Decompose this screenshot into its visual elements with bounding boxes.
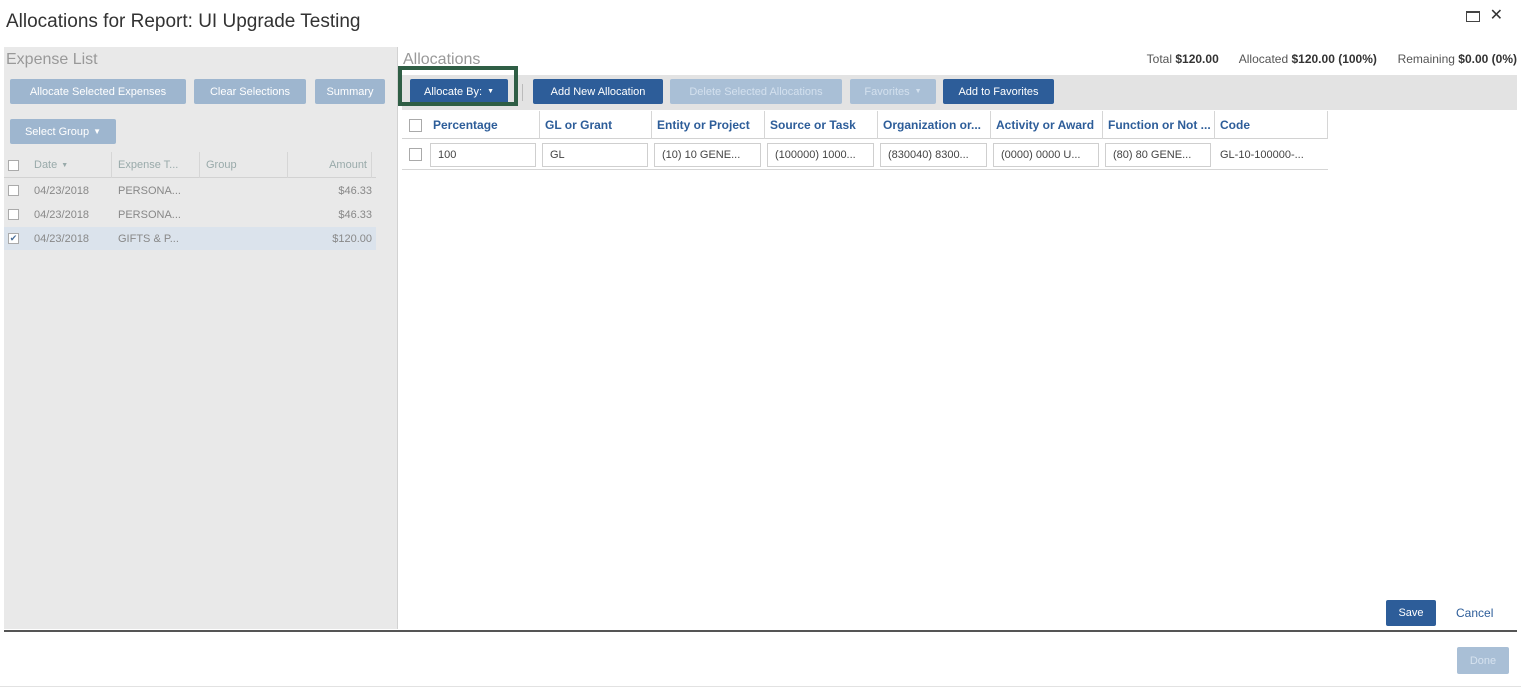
allocations-toolbar: Allocate By: ▼ Add New Allocation Delete… bbox=[398, 66, 1517, 110]
add-to-favorites-button[interactable]: Add to Favorites bbox=[943, 79, 1054, 104]
select-group-label: Select Group bbox=[24, 125, 90, 138]
delete-selected-allocations-button[interactable]: Delete Selected Allocations bbox=[670, 79, 842, 104]
select-group-dropdown[interactable]: Select Group ▼ bbox=[10, 119, 116, 144]
expense-row[interactable]: ✔ 04/23/2018 GIFTS & P... $120.00 bbox=[4, 227, 376, 250]
function-input[interactable]: (80) 80 GENE... bbox=[1105, 143, 1211, 167]
close-icon[interactable]: ✕ bbox=[1490, 8, 1503, 24]
allocated-value: $120.00 (100%) bbox=[1291, 52, 1377, 66]
organization-input[interactable]: (830040) 8300... bbox=[880, 143, 987, 167]
done-button[interactable]: Done bbox=[1457, 647, 1509, 674]
expense-date: 04/23/2018 bbox=[34, 232, 90, 245]
column-organization[interactable]: Organization or... bbox=[878, 111, 991, 139]
allocate-selected-expenses-button[interactable]: Allocate Selected Expenses bbox=[10, 79, 186, 104]
summary-button[interactable]: Summary bbox=[315, 79, 385, 104]
expense-type: GIFTS & P... bbox=[118, 232, 179, 245]
maximize-icon[interactable] bbox=[1465, 10, 1480, 22]
activity-or-award-input[interactable]: (0000) 0000 U... bbox=[993, 143, 1099, 167]
select-all-expenses-checkbox[interactable] bbox=[8, 159, 19, 171]
bottom-edge bbox=[0, 686, 1521, 687]
allocations-grid-header: Percentage GL or Grant Entity or Project… bbox=[402, 111, 1328, 139]
clear-selections-button[interactable]: Clear Selections bbox=[194, 79, 306, 104]
highlight-box bbox=[398, 66, 518, 106]
allocation-row-checkbox[interactable] bbox=[409, 148, 422, 161]
entity-or-project-input[interactable]: (10) 10 GENE... bbox=[654, 143, 761, 167]
dialog-title: Allocations for Report: UI Upgrade Testi… bbox=[6, 11, 361, 32]
footer-divider bbox=[4, 630, 1517, 632]
expense-row[interactable]: 04/23/2018 PERSONA... $46.33 bbox=[4, 179, 376, 202]
save-button[interactable]: Save bbox=[1386, 600, 1436, 626]
expense-amount: $120.00 bbox=[332, 232, 372, 245]
allocation-totals: Total $120.00 Allocated $120.00 (100%) R… bbox=[1146, 52, 1517, 66]
window-controls: ✕ bbox=[1465, 8, 1503, 24]
source-or-task-input[interactable]: (100000) 1000... bbox=[767, 143, 874, 167]
percentage-input[interactable]: 100 bbox=[430, 143, 536, 167]
caret-down-icon: ▼ bbox=[93, 127, 102, 136]
expense-type: PERSONA... bbox=[118, 184, 181, 197]
allocation-code: GL-10-100000-... bbox=[1220, 149, 1304, 161]
expense-type: PERSONA... bbox=[118, 208, 181, 221]
total-value: $120.00 bbox=[1175, 52, 1219, 66]
expense-amount: $46.33 bbox=[338, 208, 372, 221]
column-activity-or-award[interactable]: Activity or Award bbox=[991, 111, 1103, 139]
expense-table-header: Date ▼ Expense T... Group Amount bbox=[4, 152, 376, 178]
add-new-allocation-button[interactable]: Add New Allocation bbox=[533, 79, 663, 104]
column-percentage[interactable]: Percentage bbox=[428, 111, 540, 139]
expense-amount: $46.33 bbox=[338, 184, 372, 197]
column-date[interactable]: Date ▼ bbox=[32, 152, 112, 178]
expense-list-panel: Expense List Allocate Selected Expenses … bbox=[4, 47, 398, 629]
column-group[interactable]: Group bbox=[202, 152, 288, 178]
gl-or-grant-input[interactable]: GL bbox=[542, 143, 648, 167]
column-entity-or-project[interactable]: Entity or Project bbox=[652, 111, 765, 139]
allocations-panel: Allocations Total $120.00 Allocated $120… bbox=[398, 47, 1517, 629]
sort-desc-icon: ▼ bbox=[61, 161, 69, 169]
column-code[interactable]: Code bbox=[1215, 111, 1328, 139]
allocation-row: 100 GL (10) 10 GENE... (100000) 1000... … bbox=[402, 140, 1328, 170]
column-gl-or-grant[interactable]: GL or Grant bbox=[540, 111, 652, 139]
column-amount[interactable]: Amount bbox=[290, 152, 372, 178]
expense-list-title: Expense List bbox=[6, 51, 98, 68]
column-function[interactable]: Function or Not ... bbox=[1103, 111, 1215, 139]
expense-date: 04/23/2018 bbox=[34, 208, 90, 221]
toolbar-divider bbox=[522, 84, 523, 101]
column-expense-type[interactable]: Expense T... bbox=[116, 152, 200, 178]
caret-down-icon: ▼ bbox=[914, 88, 922, 95]
expense-date: 04/23/2018 bbox=[34, 184, 90, 197]
expense-row-checkbox[interactable] bbox=[8, 185, 19, 196]
expense-row-checkbox-checked[interactable]: ✔ bbox=[8, 233, 19, 244]
select-all-allocations-checkbox[interactable] bbox=[409, 118, 422, 132]
cancel-link[interactable]: Cancel bbox=[1456, 606, 1493, 620]
favorites-dropdown[interactable]: Favorites ▼ bbox=[850, 79, 936, 104]
remaining-value: $0.00 (0%) bbox=[1458, 52, 1517, 66]
column-source-or-task[interactable]: Source or Task bbox=[765, 111, 878, 139]
expense-row[interactable]: 04/23/2018 PERSONA... $46.33 bbox=[4, 203, 376, 226]
expense-row-checkbox[interactable] bbox=[8, 209, 19, 220]
